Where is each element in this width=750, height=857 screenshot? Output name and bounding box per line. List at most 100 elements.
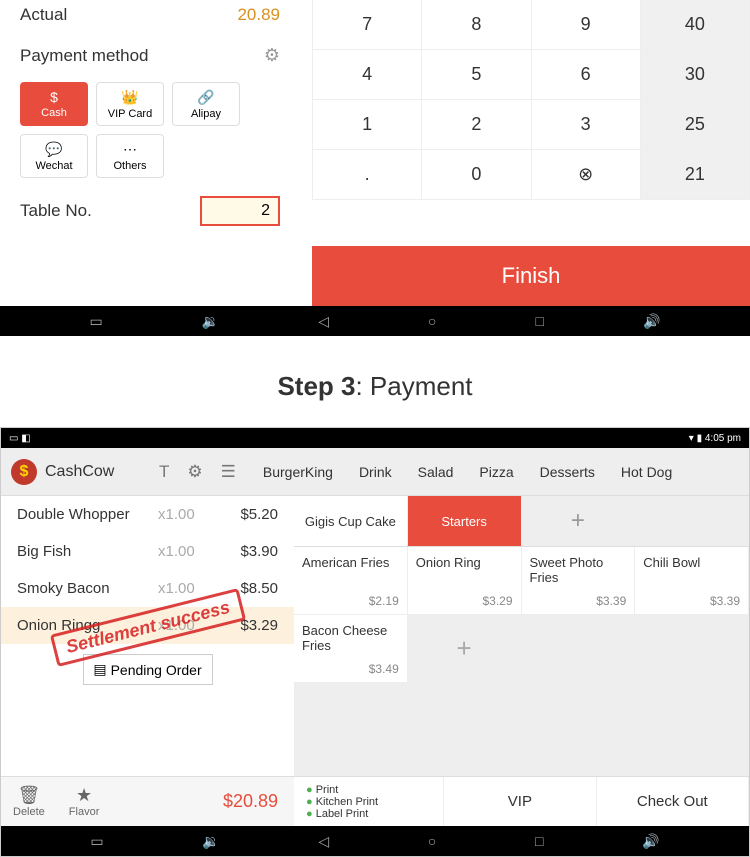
flavor-button[interactable]: ★ Flavor	[57, 785, 112, 818]
print-option[interactable]: Print	[306, 784, 443, 796]
keypad-key-2[interactable]: 2	[422, 100, 531, 150]
food-name: Chili Bowl	[643, 555, 740, 570]
food-name: Onion Ring	[416, 555, 513, 570]
keypad-key-25[interactable]: 25	[641, 100, 750, 150]
payment-method-others[interactable]: ⋯Others	[96, 134, 164, 178]
food-item[interactable]: Onion Ring $3.29	[408, 547, 522, 615]
print-option[interactable]: Kitchen Print	[306, 796, 443, 808]
keypad-key-30[interactable]: 30	[641, 50, 750, 100]
recents-icon[interactable]: □	[535, 313, 543, 329]
food-item[interactable]: Bacon Cheese Fries $3.49	[294, 615, 408, 683]
keypad-key-3[interactable]: 3	[532, 100, 641, 150]
food-item[interactable]: American Fries $2.19	[294, 547, 408, 615]
category-tab-pizza[interactable]: Pizza	[466, 448, 526, 496]
order-item-qty: x1.00	[158, 617, 218, 634]
food-item[interactable]: Chili Bowl $3.39	[635, 547, 749, 615]
food-price: $2.19	[369, 594, 399, 608]
finish-button[interactable]: Finish	[312, 246, 750, 306]
food-price: $3.49	[369, 662, 399, 676]
keypad-key-.[interactable]: .	[313, 150, 422, 200]
subcat-starters[interactable]: Starters	[408, 496, 522, 546]
actual-value: 20.89	[237, 5, 280, 25]
keypad-key-40[interactable]: 40	[641, 0, 750, 50]
pm-icon: 👑	[121, 89, 138, 106]
status-bar: ▭ ◧ ▾ ▮ 4:05 pm	[1, 428, 749, 448]
order-item-price: $8.50	[218, 580, 278, 597]
order-item-price: $3.29	[218, 617, 278, 634]
pending-order-button[interactable]: ▤ Pending Order	[83, 654, 213, 685]
back-icon[interactable]: ◁	[318, 833, 329, 850]
keypad-key-8[interactable]: 8	[422, 0, 531, 50]
order-item-price: $3.90	[218, 543, 278, 560]
order-total: $20.89	[223, 791, 294, 812]
order-item[interactable]: Big Fishx1.00$3.90	[1, 533, 294, 570]
print-option[interactable]: Label Print	[306, 808, 443, 820]
order-item-qty: x1.00	[158, 580, 218, 597]
table-no-input[interactable]	[200, 196, 280, 226]
subcat-gigis-cup-cake[interactable]: Gigis Cup Cake	[294, 496, 408, 546]
pm-icon: 🔗	[197, 89, 214, 106]
subcat-add[interactable]: +	[522, 496, 636, 546]
actual-label: Actual	[20, 5, 67, 25]
food-item[interactable]: Sweet Photo Fries$3.39	[522, 547, 636, 615]
category-tab-burgerking[interactable]: BurgerKing	[250, 448, 346, 496]
category-tab-desserts[interactable]: Desserts	[527, 448, 608, 496]
delete-button[interactable]: 🗑 Delete	[1, 785, 57, 818]
keypad-key-⊗[interactable]: ⊗	[532, 150, 641, 200]
screenshot-icon[interactable]: ▭	[90, 833, 103, 850]
home-icon[interactable]: ○	[428, 833, 436, 849]
order-item-name: Big Fish	[17, 543, 158, 560]
keypad-key-1[interactable]: 1	[313, 100, 422, 150]
table-no-label: Table No.	[20, 201, 92, 221]
keypad-key-21[interactable]: 21	[641, 150, 750, 200]
food-name: Bacon Cheese Fries	[302, 623, 399, 653]
payment-method-wechat[interactable]: 💬Wechat	[20, 134, 88, 178]
checkout-button[interactable]: Check Out	[597, 777, 749, 826]
volume-up-icon[interactable]: 🔊	[643, 313, 660, 330]
keypad-key-0[interactable]: 0	[422, 150, 531, 200]
vip-button[interactable]: VIP	[444, 777, 596, 826]
home-icon[interactable]: ○	[428, 313, 436, 329]
order-item[interactable]: Smoky Baconx1.00$8.50	[1, 570, 294, 607]
food-name: American Fries	[302, 555, 399, 570]
trash-icon: 🗑	[17, 785, 40, 806]
keypad-key-9[interactable]: 9	[532, 0, 641, 50]
order-item-qty: x1.00	[158, 543, 218, 560]
pm-icon: ⋯	[123, 141, 137, 158]
food-add[interactable]: +	[408, 615, 522, 683]
payment-method-alipay[interactable]: 🔗Alipay	[172, 82, 240, 126]
template-icon[interactable]: T	[159, 462, 169, 482]
list-icon[interactable]: ☰	[221, 462, 236, 482]
payment-method-label: Payment method	[20, 46, 149, 66]
screenshot-icon[interactable]: ▭	[90, 313, 103, 330]
payment-method-cash[interactable]: $Cash	[20, 82, 88, 126]
app-logo: $	[11, 459, 37, 485]
food-price: $3.39	[710, 594, 740, 608]
pm-icon: 💬	[45, 141, 62, 158]
order-item[interactable]: Onion Ringgx1.00$3.29	[1, 607, 294, 644]
order-item[interactable]: Double Whopperx1.00$5.20	[1, 496, 294, 533]
order-item-name: Double Whopper	[17, 506, 158, 523]
android-navbar-2: ▭ 🔉 ◁ ○ □ 🔊	[1, 826, 749, 856]
volume-up-icon[interactable]: 🔊	[642, 833, 659, 850]
keypad-key-4[interactable]: 4	[313, 50, 422, 100]
settings-icon[interactable]: ⚙	[187, 462, 202, 482]
food-price: $3.29	[482, 594, 512, 608]
order-item-qty: x1.00	[158, 506, 218, 523]
food-name: Sweet Photo Fries	[530, 555, 627, 585]
payment-method-vip-card[interactable]: 👑VIP Card	[96, 82, 164, 126]
back-icon[interactable]: ◁	[318, 313, 329, 330]
category-tab-salad[interactable]: Salad	[405, 448, 467, 496]
category-tab-hot-dog[interactable]: Hot Dog	[608, 448, 685, 496]
order-item-price: $5.20	[218, 506, 278, 523]
recents-icon[interactable]: □	[535, 833, 543, 849]
gear-icon[interactable]: ⚙	[264, 45, 280, 66]
category-tab-drink[interactable]: Drink	[346, 448, 405, 496]
volume-down-icon[interactable]: 🔉	[202, 313, 219, 330]
step-title: Step 3: Payment	[0, 336, 750, 427]
keypad-key-7[interactable]: 7	[313, 0, 422, 50]
keypad-key-6[interactable]: 6	[532, 50, 641, 100]
volume-down-icon[interactable]: 🔉	[202, 833, 219, 850]
keypad-key-5[interactable]: 5	[422, 50, 531, 100]
order-item-name: Smoky Bacon	[17, 580, 158, 597]
